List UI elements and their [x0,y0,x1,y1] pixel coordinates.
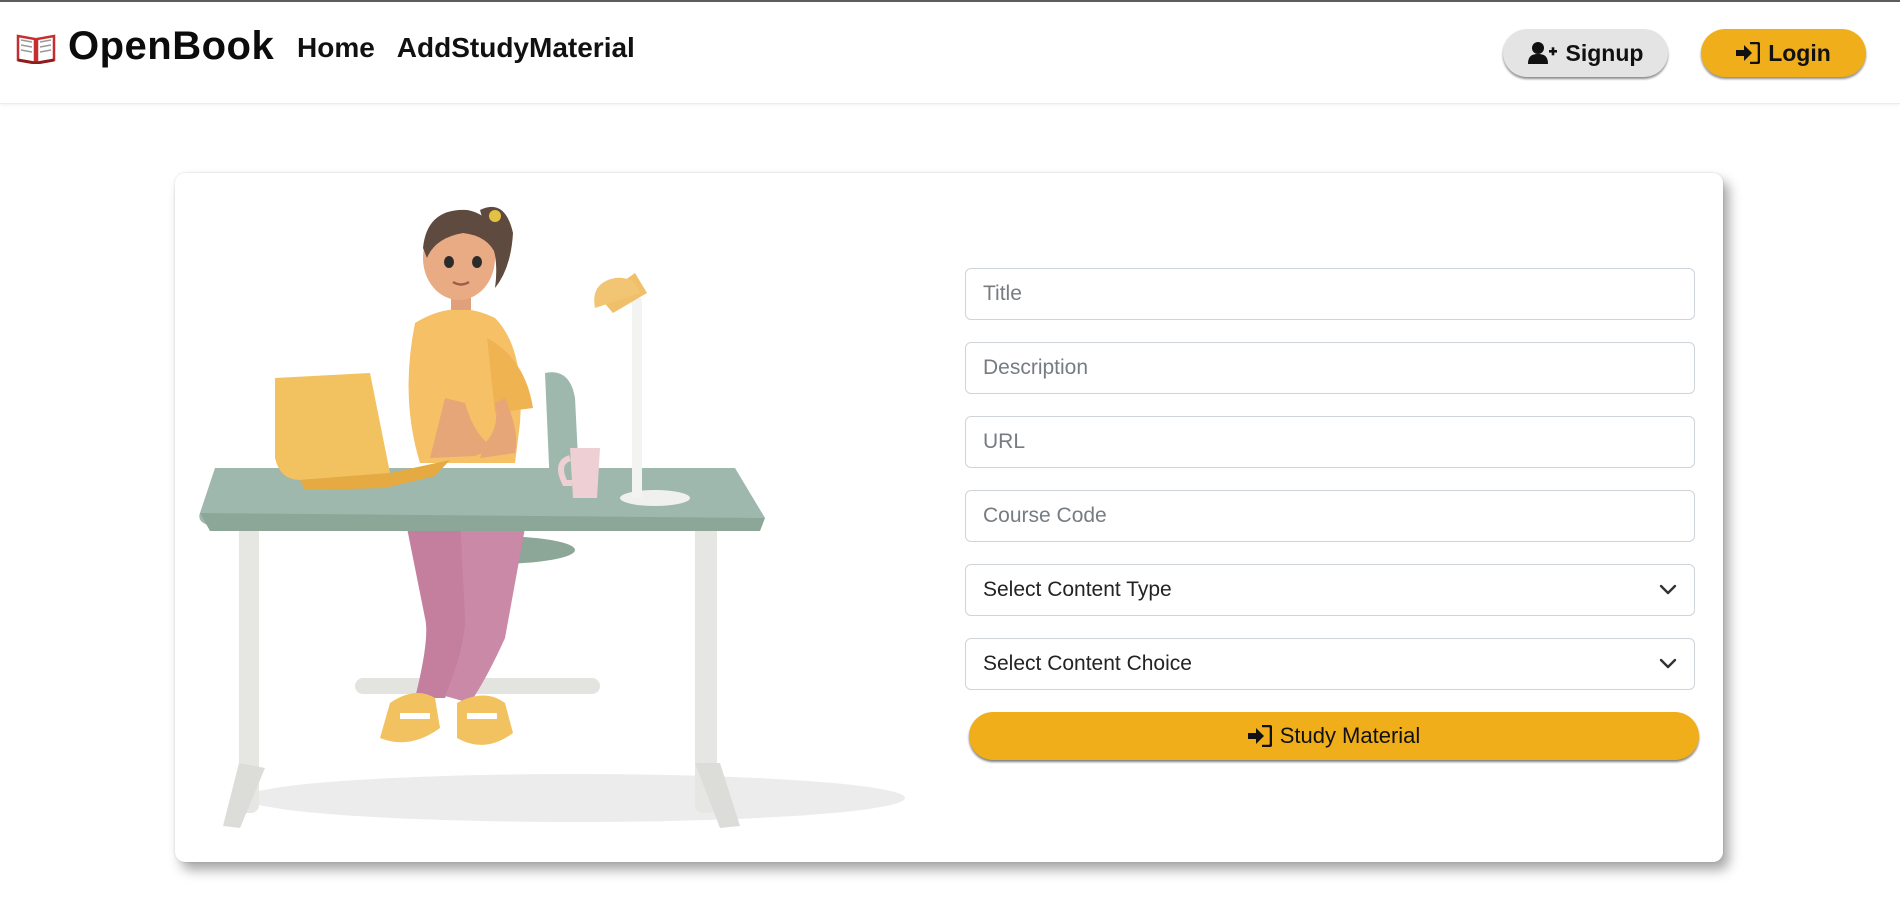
sign-in-icon [1247,725,1272,747]
open-book-icon [16,34,56,64]
brand-link[interactable]: OpenBook [16,24,274,69]
nav-link-home[interactable]: Home [297,32,375,64]
nav-link-add-study-material[interactable]: AddStudyMaterial [397,32,635,64]
course-code-input[interactable] [965,490,1695,542]
study-material-form: Select Content Type Select Content Choic… [965,268,1699,760]
content-choice-select[interactable]: Select Content Choice [965,638,1695,690]
login-button[interactable]: Login [1701,29,1866,77]
signup-label: Signup [1565,39,1644,66]
brand-name: OpenBook [68,24,275,68]
content-type-selected: Select Content Type [983,578,1172,601]
title-input[interactable] [965,268,1695,320]
content-type-select[interactable]: Select Content Type [965,564,1695,616]
url-input[interactable] [965,416,1695,468]
submit-label: Study Material [1279,723,1421,748]
chevron-down-icon [1659,658,1677,669]
description-input[interactable] [965,342,1695,394]
content-choice-selected: Select Content Choice [983,652,1192,675]
user-plus-icon [1527,42,1557,64]
login-label: Login [1768,39,1831,66]
add-material-card: Select Content Type Select Content Choic… [175,173,1723,862]
sign-in-icon [1736,42,1761,64]
submit-study-material-button[interactable]: Study Material [969,712,1699,760]
nav-links: Home AddStudyMaterial [297,32,635,64]
navbar: OpenBook Home AddStudyMaterial Signup Lo… [0,2,1900,104]
chevron-down-icon [1659,584,1677,595]
signup-button[interactable]: Signup [1503,29,1668,77]
study-desk-illustration [199,206,905,828]
